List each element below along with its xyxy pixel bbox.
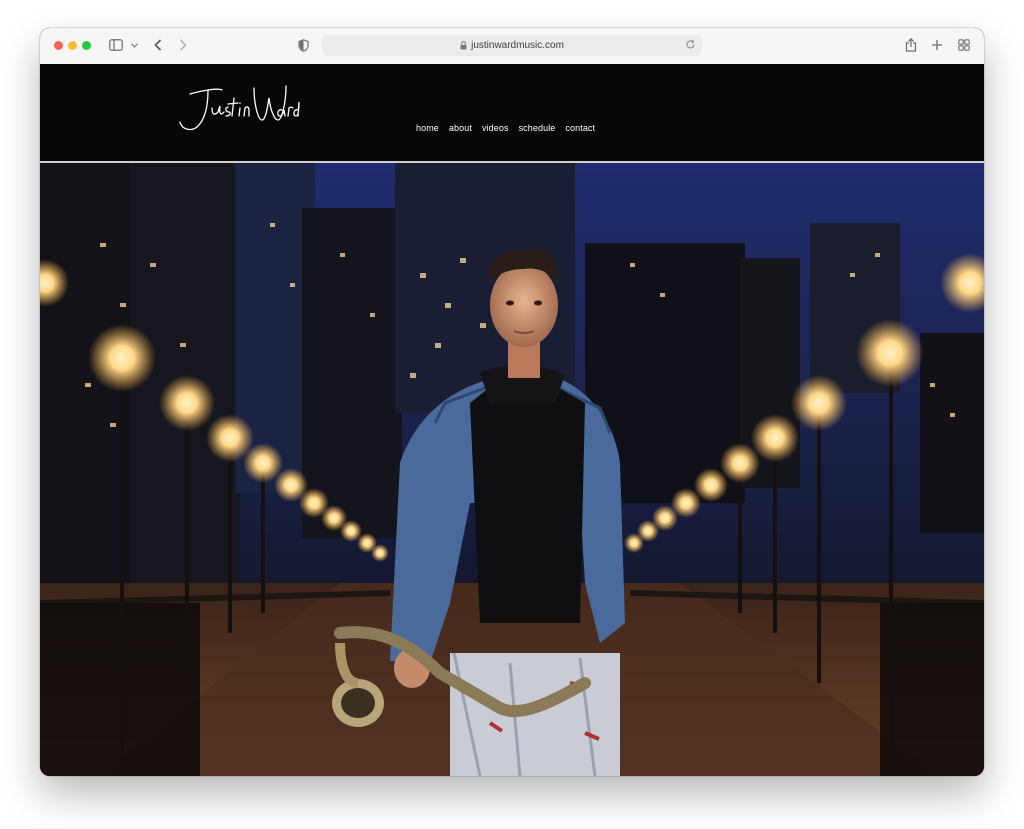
forward-arrow-icon[interactable] [179,36,187,54]
lock-icon [460,41,467,50]
sidebar-icon[interactable] [109,36,123,54]
logo[interactable] [174,74,300,140]
shield-icon[interactable] [298,36,309,54]
reload-icon[interactable] [685,39,696,53]
main-nav: home about videos schedule contact [416,123,595,133]
nav-item-home[interactable]: home [416,123,439,133]
tab-grid-icon[interactable] [958,36,970,54]
browser-toolbar: justinwardmusic.com [40,28,984,65]
address-bar[interactable]: justinwardmusic.com [322,35,702,56]
hero-image [40,163,984,776]
nav-item-schedule[interactable]: schedule [519,123,556,133]
chevron-down-icon[interactable] [131,36,138,54]
nav-item-contact[interactable]: contact [565,123,595,133]
zoom-window-button[interactable] [82,41,91,50]
minimize-window-button[interactable] [68,41,77,50]
close-window-button[interactable] [54,41,63,50]
nav-item-about[interactable]: about [449,123,472,133]
site-header: home about videos schedule contact [40,64,984,163]
website: home about videos schedule contact [40,64,984,776]
nav-item-videos[interactable]: videos [482,123,509,133]
url-text: justinwardmusic.com [471,40,564,51]
plus-icon[interactable] [931,36,943,54]
browser-window: justinwardmusic.com home about videos sc… [40,28,984,776]
share-icon[interactable] [905,36,917,54]
back-arrow-icon[interactable] [154,36,162,54]
